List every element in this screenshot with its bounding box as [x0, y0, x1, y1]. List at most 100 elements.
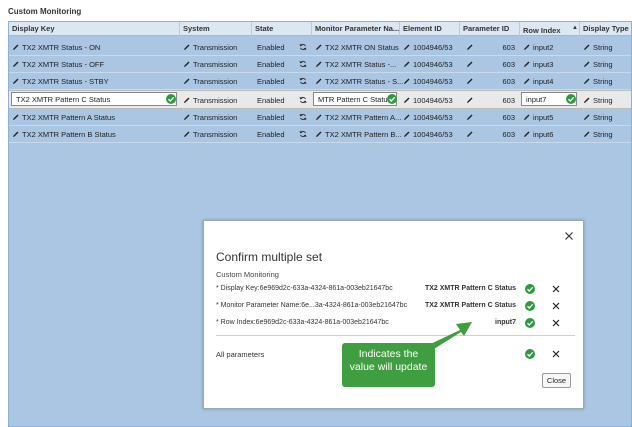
sync-icon[interactable] [299, 77, 307, 85]
pencil-icon[interactable] [523, 77, 531, 85]
cell-parameter-id: 603 [502, 60, 515, 69]
pencil-icon[interactable] [183, 130, 191, 138]
dialog-item-value: TX2 XMTR Pattern C Status [424, 302, 516, 309]
pencil-icon[interactable] [583, 130, 591, 138]
close-button[interactable]: Close [542, 373, 571, 388]
pencil-icon[interactable] [403, 43, 411, 51]
cell-element-id: 1004946/53 [413, 60, 453, 69]
cell-parameter-id: 603 [502, 96, 515, 105]
sync-icon[interactable] [299, 113, 307, 121]
check-circle-icon[interactable] [525, 284, 535, 294]
cell-state: Enabled [257, 60, 285, 69]
table-row[interactable]: TX2 XMTR Pattern B Status Transmission E… [9, 126, 631, 143]
pencil-icon[interactable] [523, 43, 531, 51]
dialog-item-label: * Row Index:6e969d2c-633a-4324-861a-003e… [216, 319, 389, 326]
column-header-monitor-parameter-name[interactable]: Monitor Parameter Na... [315, 24, 399, 33]
column-header-display-key[interactable]: Display Key [12, 24, 55, 33]
pencil-icon[interactable] [583, 43, 591, 51]
cell-row-index: input4 [533, 77, 554, 86]
check-circle-icon [166, 94, 176, 104]
pencil-icon[interactable] [315, 77, 323, 85]
pencil-icon[interactable] [12, 113, 20, 121]
pencil-icon[interactable] [183, 113, 191, 121]
sort-ascending-icon[interactable]: ▲ [572, 25, 578, 31]
table-row[interactable]: TX2 XMTR Status - ON Transmission Enable… [9, 39, 631, 56]
column-header-state[interactable]: State [255, 24, 273, 33]
table-row-editing[interactable]: TX2 XMTR Pattern C Status Transmission E… [9, 90, 631, 109]
cell-display-key: TX2 XMTR Pattern A Status [22, 113, 115, 122]
column-header-parameter-id[interactable]: Parameter ID [463, 24, 509, 33]
pencil-icon[interactable] [12, 130, 20, 138]
cell-system: Transmission [193, 60, 238, 69]
table-row[interactable]: TX2 XMTR Status - STBY Transmission Enab… [9, 73, 631, 90]
check-circle-icon[interactable] [525, 318, 535, 328]
pencil-icon[interactable] [183, 43, 191, 51]
divider [216, 335, 575, 336]
pencil-icon[interactable] [403, 60, 411, 68]
pencil-icon[interactable] [466, 113, 474, 121]
monitor-parameter-edit-field[interactable]: MTR Pattern C Status [313, 92, 397, 106]
pencil-icon[interactable] [523, 60, 531, 68]
dialog-item-label: * Display Key:6e969d2c-633a-4324-861a-00… [216, 285, 393, 292]
pencil-icon[interactable] [583, 113, 591, 121]
pencil-icon[interactable] [403, 96, 411, 104]
close-icon[interactable] [552, 302, 560, 310]
pencil-icon[interactable] [466, 130, 474, 138]
pencil-icon[interactable] [12, 77, 20, 85]
cell-display-type: String [593, 43, 613, 52]
sync-icon[interactable] [299, 130, 307, 138]
display-key-edit-field[interactable]: TX2 XMTR Pattern C Status [11, 92, 177, 106]
pencil-icon[interactable] [583, 77, 591, 85]
close-icon[interactable] [552, 350, 560, 358]
pencil-icon[interactable] [523, 113, 531, 121]
check-circle-icon [566, 94, 576, 104]
sync-icon[interactable] [299, 43, 307, 51]
pencil-icon[interactable] [466, 60, 474, 68]
cell-monitor-parameter: TX2 XMTR Status -... [325, 60, 397, 69]
cell-parameter-id: 603 [502, 130, 515, 139]
close-icon[interactable] [552, 319, 560, 327]
pencil-icon[interactable] [183, 96, 191, 104]
column-header-system[interactable]: System [183, 24, 210, 33]
column-header-display-type[interactable]: Display Type [583, 24, 629, 33]
callout-line-1: Indicates the [358, 348, 419, 360]
check-circle-icon[interactable] [525, 349, 535, 359]
check-circle-icon [387, 94, 397, 104]
table-row[interactable]: TX2 XMTR Status - OFF Transmission Enabl… [9, 56, 631, 73]
cell-parameter-id: 603 [502, 77, 515, 86]
pencil-icon[interactable] [466, 77, 474, 85]
pencil-icon[interactable] [315, 60, 323, 68]
close-icon[interactable] [564, 231, 574, 241]
pencil-icon[interactable] [403, 130, 411, 138]
pencil-icon[interactable] [315, 113, 323, 121]
cell-monitor-parameter: TX2 XMTR Pattern B... [325, 130, 402, 139]
cell-element-id: 1004946/53 [413, 96, 453, 105]
cell-row-index: input3 [533, 60, 554, 69]
cell-display-key: TX2 XMTR Status - OFF [22, 60, 105, 69]
close-icon[interactable] [552, 285, 560, 293]
pencil-icon[interactable] [466, 96, 474, 104]
pencil-icon[interactable] [183, 60, 191, 68]
pencil-icon[interactable] [403, 77, 411, 85]
pencil-icon[interactable] [583, 96, 591, 104]
table-row[interactable]: TX2 XMTR Pattern A Status Transmission E… [9, 109, 631, 126]
cell-system: Transmission [193, 113, 238, 122]
cell-system: Transmission [193, 77, 238, 86]
column-header-element-id[interactable]: Element ID [403, 24, 442, 33]
column-header-row-index[interactable]: Row Index [523, 26, 561, 35]
pencil-icon[interactable] [315, 130, 323, 138]
section-title: Custom Monitoring [8, 7, 82, 16]
pencil-icon[interactable] [315, 43, 323, 51]
sync-icon[interactable] [299, 60, 307, 68]
check-circle-icon[interactable] [525, 301, 535, 311]
sync-icon[interactable] [299, 96, 307, 104]
pencil-icon[interactable] [403, 113, 411, 121]
pencil-icon[interactable] [583, 60, 591, 68]
dialog-item: * Monitor Parameter Name:6e...3a-4324-86… [216, 301, 572, 314]
pencil-icon[interactable] [12, 43, 20, 51]
pencil-icon[interactable] [523, 130, 531, 138]
pencil-icon[interactable] [466, 43, 474, 51]
dialog-item: * Row Index:6e969d2c-633a-4324-861a-003e… [216, 318, 572, 331]
pencil-icon[interactable] [183, 77, 191, 85]
pencil-icon[interactable] [12, 60, 20, 68]
